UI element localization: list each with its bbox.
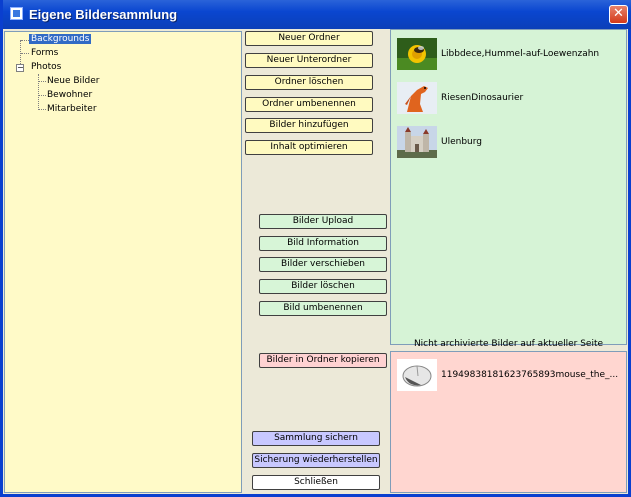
close-button[interactable]: Schließen [252, 475, 380, 490]
image-item[interactable]: Libbdece,Hummel-auf-Loewenzahn [397, 38, 622, 72]
tree-item-photos[interactable]: Photos [31, 62, 61, 73]
tree-item-mitarbeiter[interactable]: Mitarbeiter [47, 104, 97, 115]
delete-images-button[interactable]: Bilder löschen [259, 279, 387, 294]
save-collection-button[interactable]: Sammlung sichern [252, 431, 380, 446]
tree-item-forms[interactable]: Forms [31, 48, 58, 59]
bee-thumbnail-icon [397, 38, 437, 70]
collapse-icon[interactable]: − [16, 64, 24, 72]
close-window-button[interactable]: ✕ [609, 5, 628, 24]
mouse-thumbnail-icon [397, 359, 437, 391]
unarchived-caption: Nicht archivierte Bilder auf aktueller S… [413, 339, 604, 349]
app-icon [10, 7, 23, 20]
optimize-content-button[interactable]: Inhalt optimieren [245, 140, 373, 155]
new-subfolder-button[interactable]: Neuer Unterordner [245, 53, 373, 68]
rename-folder-button[interactable]: Ordner umbenennen [245, 97, 373, 112]
tree-line [21, 40, 29, 41]
unarchived-image-list[interactable]: 119498381816237658​93mouse_the_... [390, 351, 627, 493]
tree-item-neue-bilder[interactable]: Neue Bilder [47, 76, 100, 87]
title-bar[interactable]: Eigene Bildersammlung ✕ [3, 0, 631, 29]
tree-line [38, 74, 39, 110]
image-list[interactable]: Libbdece,Hummel-auf-Loewenzahn RiesenDin… [390, 29, 627, 345]
tree-item-bewohner[interactable]: Bewohner [47, 90, 92, 101]
upload-images-button[interactable]: Bilder Upload [259, 214, 387, 229]
new-folder-button[interactable]: Neuer Ordner [245, 31, 373, 46]
folder-tree[interactable]: Backgrounds Forms − Photos Neue Bilder B… [4, 31, 242, 493]
image-item[interactable]: 119498381816237658​93mouse_the_... [397, 359, 622, 393]
image-name: 119498381816237658​93mouse_the_... [441, 370, 619, 380]
rename-image-button[interactable]: Bild umbenennen [259, 301, 387, 316]
tree-line [39, 95, 46, 96]
tree-item-backgrounds[interactable]: Backgrounds [29, 34, 92, 45]
dinosaur-thumbnail-icon [397, 82, 437, 114]
window-title: Eigene Bildersammlung [29, 7, 178, 22]
castle-thumbnail-icon [397, 126, 437, 158]
tree-item-label: Backgrounds [29, 34, 92, 44]
restore-backup-button[interactable]: Sicherung wiederherstellen [252, 453, 380, 468]
tree-line [21, 53, 29, 54]
move-images-button[interactable]: Bilder verschieben [259, 257, 387, 272]
image-info-button[interactable]: Bild Information [259, 236, 387, 251]
image-name: Ulenburg [441, 137, 483, 147]
image-item[interactable]: Ulenburg [397, 126, 622, 160]
add-images-button[interactable]: Bilder hinzufügen [245, 118, 373, 133]
image-name: Libbdece,Hummel-auf-Loewenzahn [441, 49, 600, 59]
image-name: RiesenDinosaurier [441, 93, 524, 103]
delete-folder-button[interactable]: Ordner löschen [245, 75, 373, 90]
tree-line [39, 81, 46, 82]
image-item[interactable]: RiesenDinosaurier [397, 82, 622, 116]
tree-line [39, 109, 46, 110]
copy-to-folder-button[interactable]: Bilder in Ordner kopieren [259, 353, 387, 368]
